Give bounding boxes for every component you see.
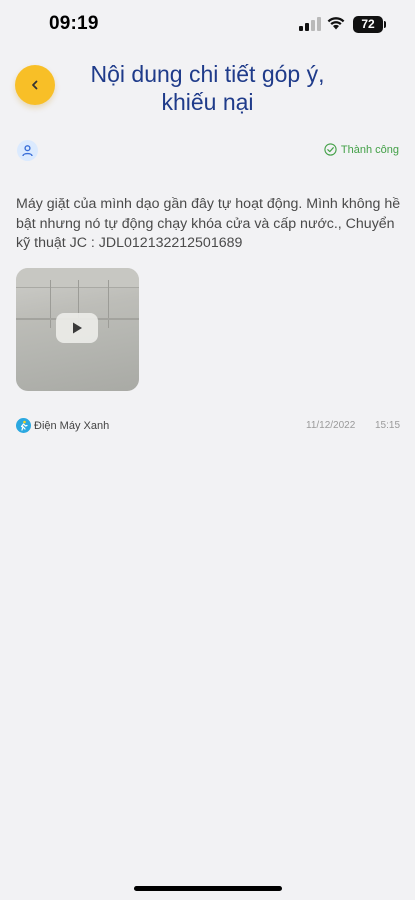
complaint-date: 11/12/2022 <box>306 420 356 431</box>
complaint-time: 15:15 <box>375 420 401 431</box>
complaint-detail-screen: 09:19 72 Nội dung chi tiết góp ý, khiếu … <box>0 0 415 900</box>
check-circle-icon <box>324 143 337 156</box>
user-avatar <box>17 140 38 161</box>
user-icon <box>22 145 33 157</box>
status-label: Thành công <box>340 143 399 156</box>
chevron-left-icon <box>32 80 38 90</box>
video-attachment[interactable] <box>16 268 139 391</box>
battery-indicator: 72 <box>353 16 383 33</box>
wifi-icon <box>327 17 345 30</box>
play-button[interactable] <box>56 313 98 343</box>
status-badge: Thành công <box>324 143 399 156</box>
cellular-signal-icon <box>299 17 321 31</box>
back-button[interactable] <box>15 65 55 105</box>
page-title: Nội dung chi tiết góp ý, khiếu nại <box>90 61 325 115</box>
source-name: Điện Máy Xanh <box>34 419 110 432</box>
status-bar: 09:19 72 <box>0 0 415 48</box>
home-indicator <box>134 886 282 891</box>
complaint-message: Máy giặt của mình dạo gần đây tự hoạt độ… <box>16 196 401 251</box>
play-icon <box>73 322 82 334</box>
source: Điện Máy Xanh <box>16 418 109 433</box>
status-time: 09:19 <box>49 13 99 34</box>
dmx-logo-icon <box>16 418 31 433</box>
battery-tip <box>384 21 386 28</box>
